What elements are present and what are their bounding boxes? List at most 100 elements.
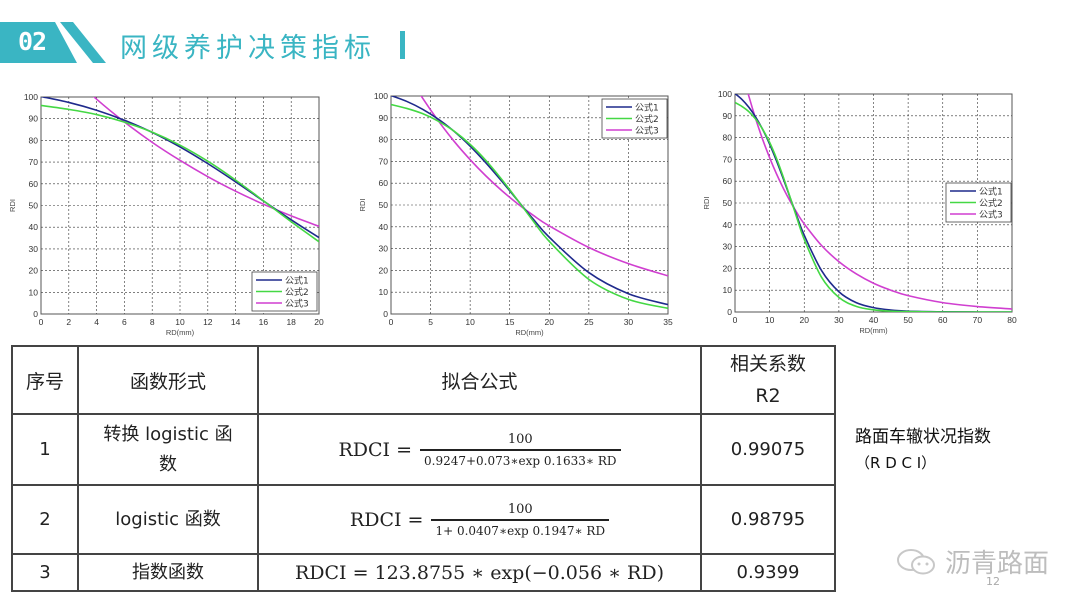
x-tick-label: 2: [66, 317, 71, 327]
y-tick-label: 0: [33, 309, 38, 319]
x-tick-label: 30: [834, 315, 844, 325]
y-tick-label: 80: [379, 135, 389, 145]
y-tick-label: 20: [29, 266, 39, 276]
y-tick-label: 90: [379, 113, 389, 123]
legend-label: 公式3: [979, 209, 1003, 221]
formula-lhs: RDCI =: [338, 438, 412, 461]
legend-label: 公式3: [285, 298, 309, 310]
x-tick-label: 10: [765, 315, 775, 325]
table-header-row: 序号 函数形式 拟合公式 相关系数 R2: [11, 345, 836, 415]
row-function-type: 指数函数: [77, 553, 259, 592]
row-formula: RDCI = 100 1+ 0.0407∗exp 0.1947∗ RD: [257, 484, 702, 555]
function-type-line2: 数: [159, 453, 177, 475]
legend-label: 公式2: [285, 286, 309, 298]
y-tick-label: 30: [723, 242, 733, 252]
legend-label: 公式2: [979, 197, 1003, 209]
formula-table: 序号 函数形式 拟合公式 相关系数 R2 1 转换 logistic 函数 RDC…: [11, 345, 836, 592]
legend: 公式1公式2公式3: [251, 271, 318, 312]
x-tick-label: 50: [903, 315, 913, 325]
row-function-type: logistic 函数: [77, 484, 259, 555]
y-tick-label: 90: [723, 111, 733, 121]
x-tick-label: 10: [175, 317, 185, 327]
formula-denominator: 1+ 0.0407∗exp 0.1947∗ RD: [431, 518, 610, 538]
legend-label: 公式2: [635, 113, 659, 125]
table-row: 2 logistic 函数 RDCI = 100 1+ 0.0407∗exp 0.1…: [11, 484, 836, 555]
watermark: 沥青路面: [895, 543, 1049, 580]
y-tick-label: 70: [723, 154, 733, 164]
x-axis-label: RD(mm): [859, 326, 888, 335]
x-tick-label: 25: [584, 317, 594, 327]
x-tick-label: 10: [465, 317, 475, 327]
x-tick-label: 40: [869, 315, 879, 325]
x-tick-label: 20: [545, 317, 555, 327]
formula-numerator: 100: [507, 431, 533, 447]
x-tick-label: 80: [1007, 315, 1017, 325]
y-tick-label: 10: [723, 285, 733, 295]
y-tick-label: 60: [379, 178, 389, 188]
chart-2: 0 5 10 15 20 25 30 35 0 10 20 30 40 50 60 70 80 90 100 RD(m…: [358, 91, 673, 337]
x-tick-label: 8: [150, 317, 155, 327]
x-tick-label: 16: [259, 317, 269, 327]
y-axis-label: RDI: [702, 197, 711, 210]
y-tick-label: 40: [29, 222, 39, 232]
x-tick-label: 0: [389, 317, 394, 327]
y-tick-label: 80: [723, 133, 733, 143]
page-number: 12: [986, 575, 1000, 588]
legend-label: 公式1: [979, 186, 1003, 198]
formula-numerator: 100: [507, 501, 533, 517]
row-index: 2: [11, 484, 79, 555]
x-tick-label: 20: [314, 317, 324, 327]
formula-lhs: RDCI =: [349, 508, 424, 531]
legend-label: 公式1: [635, 102, 659, 114]
wechat-icon: [897, 548, 935, 574]
rdci-label-line1: 路面车辙状况指数: [855, 427, 991, 447]
x-tick-label: 15: [505, 317, 515, 327]
y-tick-label: 70: [29, 157, 39, 167]
y-tick-label: 60: [29, 179, 39, 189]
y-tick-label: 50: [379, 200, 389, 210]
header-function-type: 函数形式: [77, 345, 259, 415]
row-r2: 0.9399: [700, 553, 836, 592]
y-tick-label: 10: [379, 287, 389, 297]
chart-3: 0 10 20 30 40 50 60 70 80 0 10 20 30 40 50 60 70 80 90 100 R…: [702, 89, 1017, 335]
row-formula: RDCI = 123.8755 ∗ exp(−0.056 ∗ RD): [257, 553, 702, 592]
x-axis-label: RD(mm): [515, 328, 544, 337]
x-tick-label: 70: [973, 315, 983, 325]
x-tick-label: 30: [624, 317, 634, 327]
y-tick-label: 40: [723, 220, 733, 230]
x-tick-label: 60: [938, 315, 948, 325]
y-tick-label: 20: [379, 265, 389, 275]
y-tick-label: 20: [723, 263, 733, 273]
rdci-label: 路面车辙状况指数 （R D C I）: [855, 424, 991, 476]
y-tick-label: 50: [29, 201, 39, 211]
chart-1: 0 2 4 6 8 10 12 14 16 18 20 0 10 20 30 40 50 60 70 80 90 100 R…: [8, 92, 324, 337]
table-row: 1 转换 logistic 函数 RDCI = 100 0.9247+0.073∗e…: [11, 413, 836, 486]
rdci-label-line2: （R D C I）: [855, 454, 937, 472]
row-function-type: 转换 logistic 函数: [77, 413, 259, 486]
y-tick-label: 80: [29, 135, 39, 145]
y-tick-label: 0: [383, 309, 388, 319]
x-tick-label: 35: [663, 317, 673, 327]
header-r2: 相关系数 R2: [700, 345, 836, 415]
legend-label: 公式1: [285, 275, 309, 287]
x-tick-label: 18: [286, 317, 296, 327]
table-row: 3 指数函数 RDCI = 123.8755 ∗ exp(−0.056 ∗ RD…: [11, 553, 836, 592]
header-r2-line2: R2: [755, 385, 781, 407]
x-tick-label: 14: [231, 317, 241, 327]
header-formula: 拟合公式: [257, 345, 702, 415]
x-tick-label: 12: [203, 317, 213, 327]
y-tick-label: 0: [727, 307, 732, 317]
x-tick-label: 20: [800, 315, 810, 325]
y-tick-label: 30: [29, 244, 39, 254]
y-tick-label: 100: [24, 92, 38, 102]
row-index: 1: [11, 413, 79, 486]
y-tick-label: 90: [29, 114, 39, 124]
x-tick-label: 0: [39, 317, 44, 327]
y-tick-label: 50: [723, 198, 733, 208]
formula-denominator: 0.9247+0.073∗exp 0.1633∗ RD: [420, 448, 621, 468]
y-tick-label: 10: [29, 287, 39, 297]
x-tick-label: 0: [733, 315, 738, 325]
row-formula: RDCI = 100 0.9247+0.073∗exp 0.1633∗ RD: [257, 413, 702, 486]
header-r2-line1: 相关系数: [729, 353, 806, 375]
y-axis-label: RDI: [8, 199, 17, 212]
